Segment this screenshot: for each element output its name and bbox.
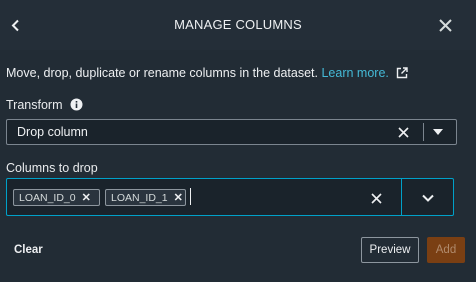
clear-icon (370, 192, 382, 204)
transform-label: Transform (6, 98, 63, 112)
description: Move, drop, duplicate or rename columns … (6, 66, 409, 80)
add-button[interactable]: Add (427, 237, 465, 263)
columns-dropdown-toggle[interactable] (420, 192, 436, 204)
caret-down-icon (433, 128, 443, 135)
columns-multiselect[interactable]: LOAN_ID_0 ✕ LOAN_ID_1 ✕ (6, 178, 454, 216)
preview-button[interactable]: Preview (361, 237, 419, 263)
transform-selected-value: Drop column (17, 125, 88, 139)
token-label: LOAN_ID_0 (19, 191, 76, 204)
columns-clear-button[interactable] (369, 191, 383, 205)
chevron-down-icon (422, 194, 434, 202)
token-loan-id-0: LOAN_ID_0 ✕ (13, 189, 100, 206)
transform-clear-button[interactable] (396, 125, 410, 139)
token-label: LOAN_ID_1 (111, 191, 168, 204)
external-link-icon[interactable] (396, 67, 409, 79)
learn-more-link[interactable]: Learn more. (321, 66, 388, 80)
remove-token-button[interactable]: ✕ (82, 191, 91, 204)
clear-icon (397, 126, 409, 138)
close-panel-button[interactable] (434, 14, 456, 36)
transform-select[interactable]: Drop column (6, 119, 457, 145)
panel-header: MANAGE COLUMNS (0, 0, 476, 50)
columns-to-drop-label: Columns to drop (6, 161, 98, 175)
description-text: Move, drop, duplicate or rename columns … (6, 66, 318, 80)
close-icon (438, 18, 452, 32)
multiselect-divider (401, 179, 402, 215)
transform-dropdown-toggle[interactable] (431, 126, 445, 138)
info-icon[interactable] (70, 98, 83, 111)
text-cursor (190, 188, 191, 205)
select-divider (423, 123, 424, 141)
remove-token-button[interactable]: ✕ (174, 191, 183, 204)
token-loan-id-1: LOAN_ID_1 ✕ (105, 189, 186, 206)
clear-button[interactable]: Clear (14, 244, 43, 256)
panel-title: MANAGE COLUMNS (174, 17, 302, 32)
